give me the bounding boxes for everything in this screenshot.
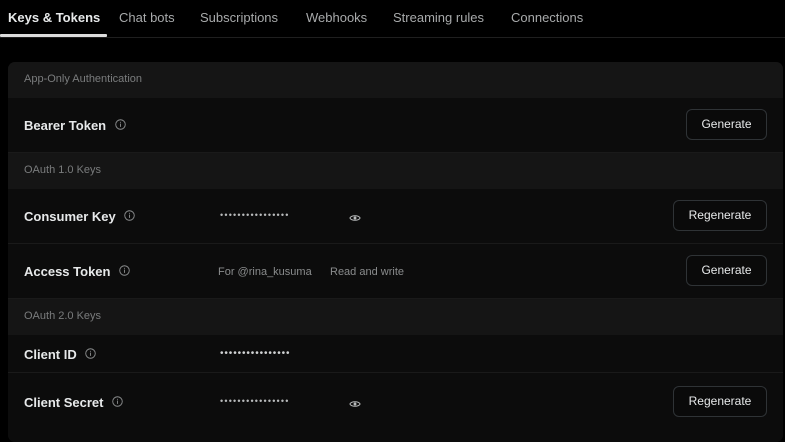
tab-keys-and-tokens[interactable]: Keys & Tokens bbox=[8, 0, 100, 38]
row-client-secret: Client Secret •••••••••••••••• Regenerat… bbox=[8, 373, 783, 442]
row-bearer-token: Bearer Token Generate bbox=[8, 98, 783, 153]
section-header-oauth1: OAuth 1.0 Keys bbox=[8, 153, 783, 189]
client-secret-label: Client Secret bbox=[24, 395, 123, 410]
tab-subscriptions[interactable]: Subscriptions bbox=[200, 0, 278, 38]
eye-icon[interactable] bbox=[349, 396, 361, 414]
keys-tokens-card: App-Only Authentication Bearer Token Gen… bbox=[8, 62, 783, 442]
access-token-label-text: Access Token bbox=[24, 264, 111, 279]
consumer-key-label: Consumer Key bbox=[24, 209, 136, 224]
tab-chat-bots[interactable]: Chat bots bbox=[119, 0, 175, 38]
row-client-id: Client ID •••••••••••••••• bbox=[8, 335, 783, 373]
row-access-token: Access Token For @rina_kusuma Read and w… bbox=[8, 244, 783, 299]
client-id-label-text: Client ID bbox=[24, 347, 77, 362]
bearer-token-label: Bearer Token bbox=[24, 118, 126, 133]
generate-access-token-button[interactable]: Generate bbox=[686, 255, 767, 286]
tab-connections[interactable]: Connections bbox=[511, 0, 583, 38]
section-header-oauth2: OAuth 2.0 Keys bbox=[8, 299, 783, 335]
consumer-key-masked-value: •••••••••••••••• bbox=[220, 210, 290, 220]
eye-icon[interactable] bbox=[349, 210, 361, 228]
client-id-label: Client ID bbox=[24, 347, 97, 362]
regenerate-client-secret-button[interactable]: Regenerate bbox=[673, 386, 767, 417]
row-consumer-key: Consumer Key •••••••••••••••• Regenerate bbox=[8, 189, 783, 244]
section-header-app-only: App-Only Authentication bbox=[8, 62, 783, 98]
active-tab-indicator bbox=[0, 34, 107, 37]
info-icon[interactable] bbox=[112, 395, 123, 410]
info-icon[interactable] bbox=[119, 264, 130, 279]
access-token-owner: For @rina_kusuma bbox=[218, 266, 312, 278]
regenerate-consumer-key-button[interactable]: Regenerate bbox=[673, 200, 767, 231]
info-icon[interactable] bbox=[124, 209, 136, 224]
info-icon[interactable] bbox=[85, 347, 97, 362]
client-id-masked-value: •••••••••••••••• bbox=[220, 348, 291, 359]
bearer-token-label-text: Bearer Token bbox=[24, 118, 107, 133]
tab-bar: Keys & Tokens Chat bots Subscriptions We… bbox=[0, 0, 785, 38]
generate-bearer-token-button[interactable]: Generate bbox=[686, 109, 767, 140]
client-secret-masked-value: •••••••••••••••• bbox=[220, 396, 290, 406]
tab-streaming-rules[interactable]: Streaming rules bbox=[393, 0, 484, 38]
access-token-label: Access Token bbox=[24, 264, 130, 279]
info-icon[interactable] bbox=[115, 118, 126, 133]
client-secret-label-text: Client Secret bbox=[24, 395, 104, 410]
access-token-permission: Read and write bbox=[330, 266, 404, 278]
tab-webhooks[interactable]: Webhooks bbox=[306, 0, 367, 38]
consumer-key-label-text: Consumer Key bbox=[24, 209, 116, 224]
